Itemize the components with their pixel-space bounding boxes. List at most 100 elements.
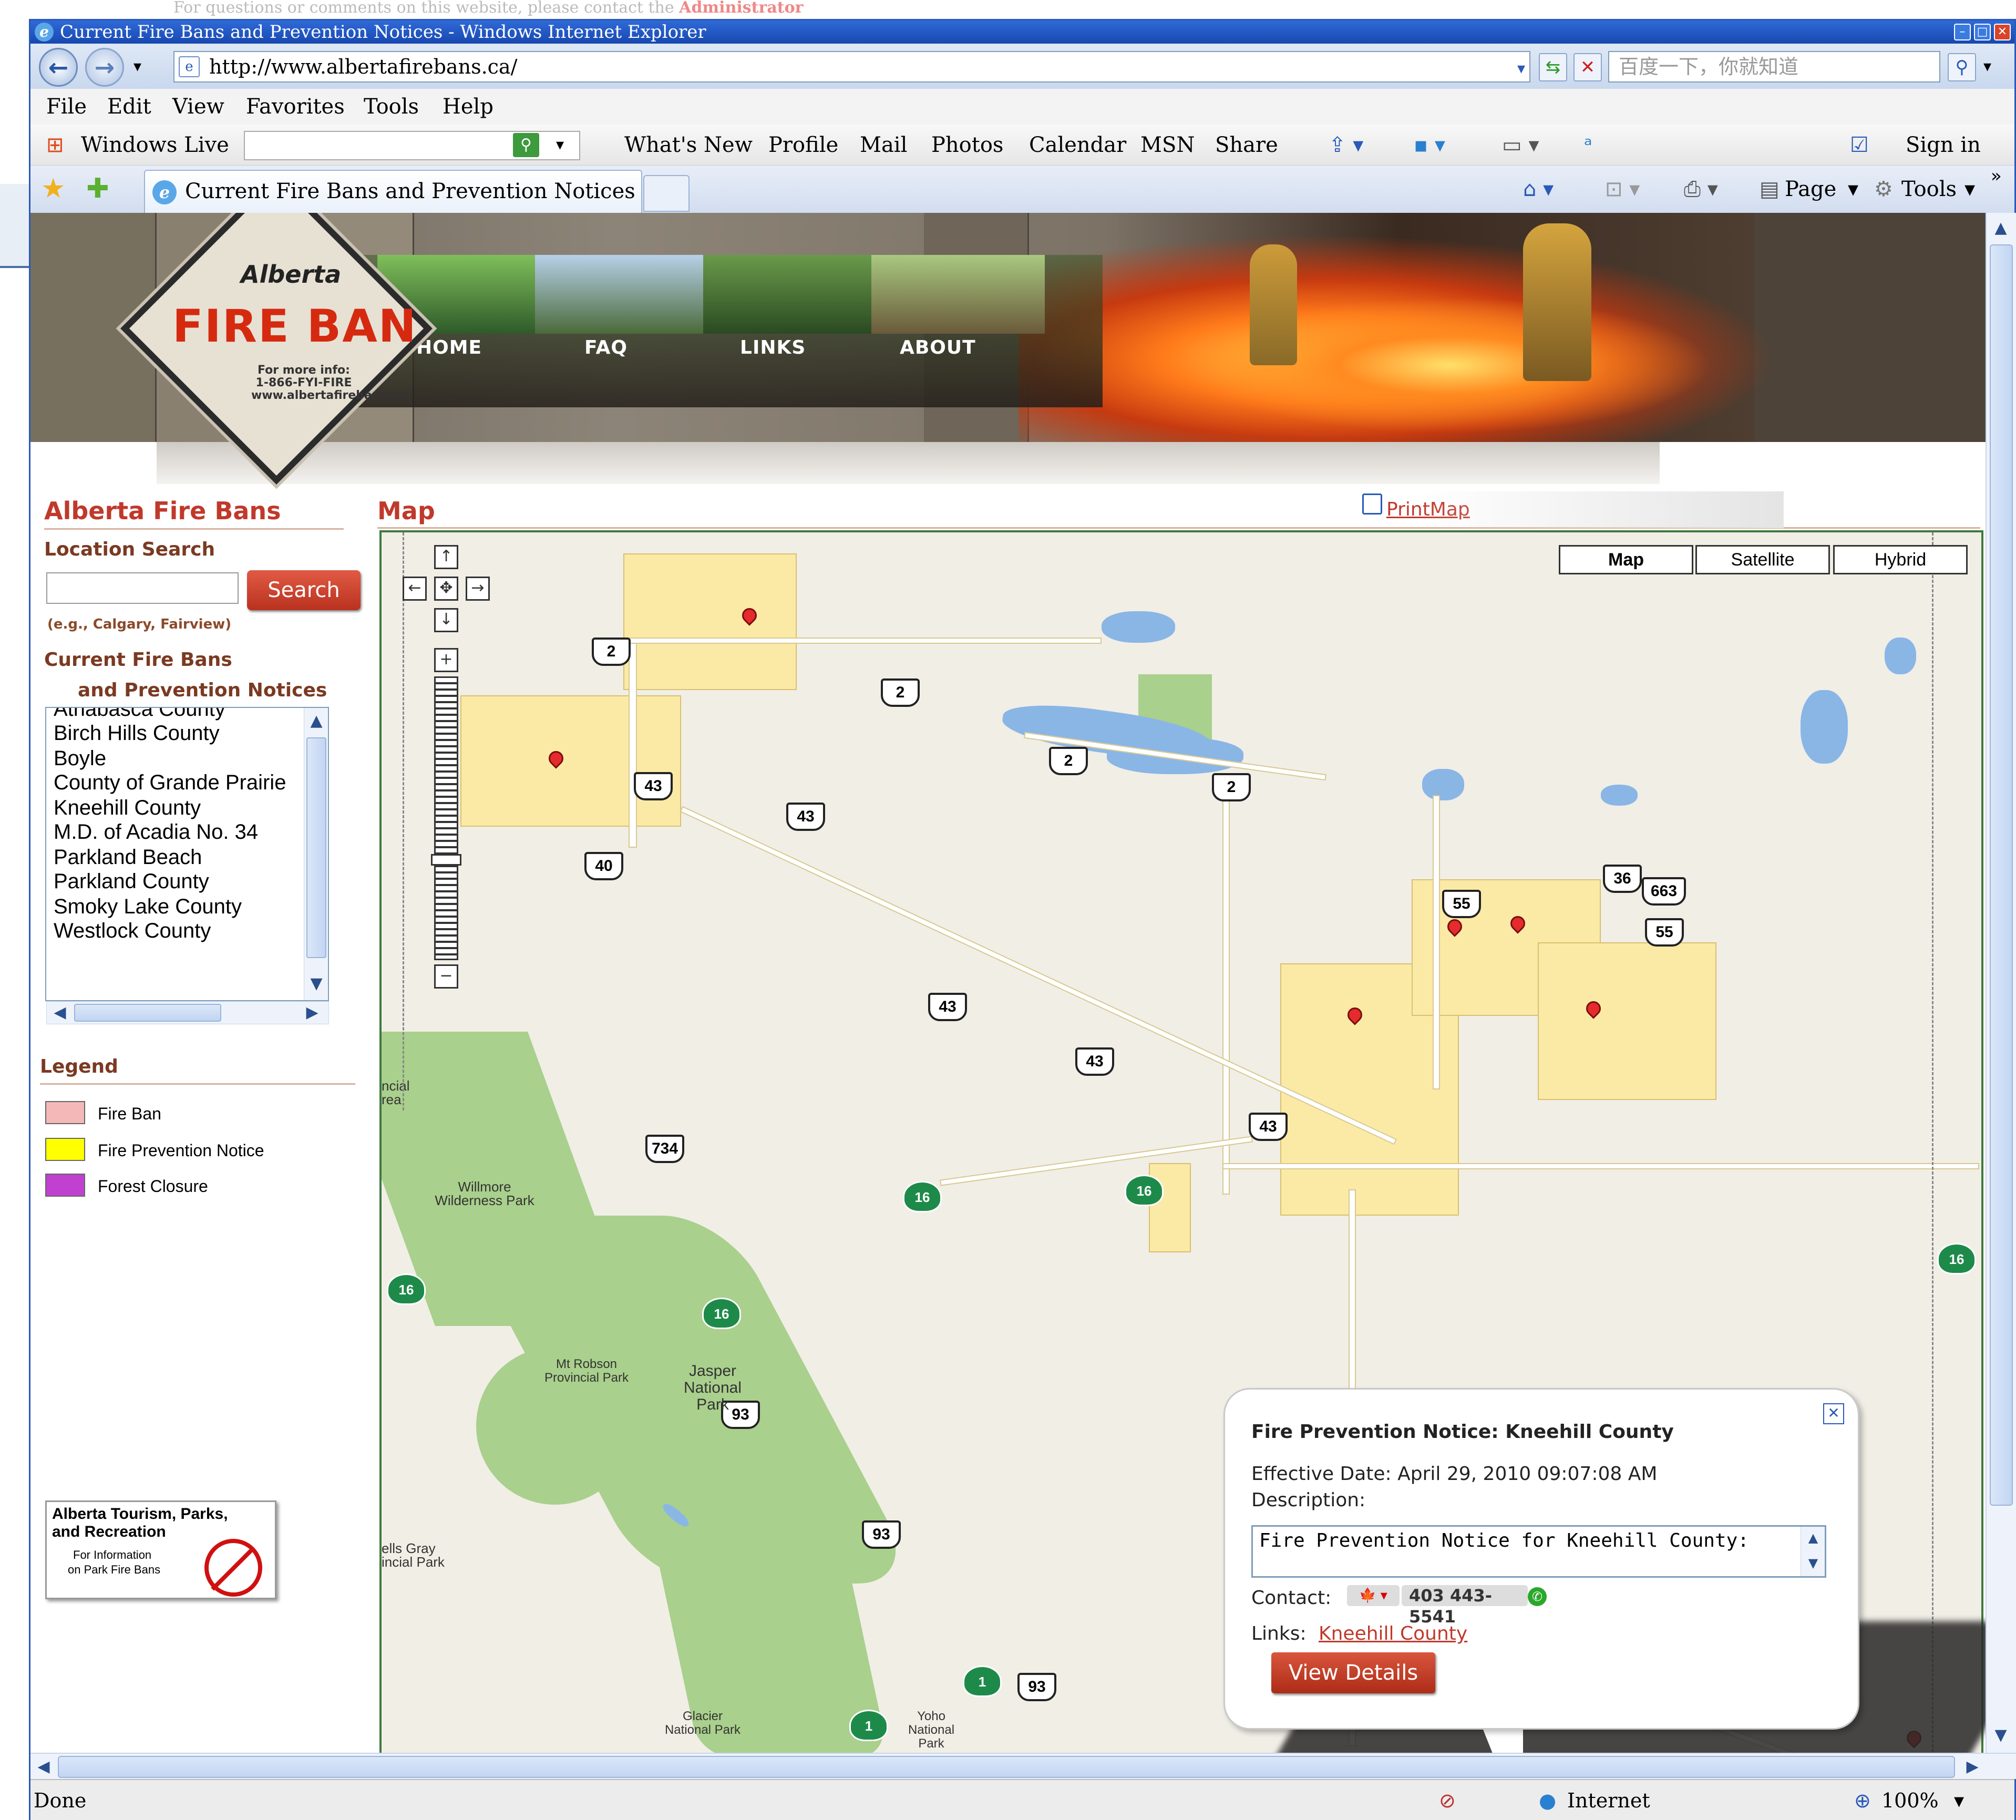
list-scroll-thumb[interactable] (306, 737, 326, 958)
back-button[interactable]: ← (39, 48, 78, 87)
call-icon[interactable]: ✆ (1528, 1587, 1547, 1606)
popup-county-link[interactable]: Kneehill County (1319, 1623, 1467, 1644)
nav-about[interactable]: ABOUT (900, 337, 976, 358)
url-dropdown-icon[interactable]: ▾ (1517, 54, 1525, 84)
page-hscroll-thumb[interactable] (58, 1756, 1955, 1778)
page-horizontal-scrollbar[interactable]: ◀ ▶ (30, 1753, 2016, 1779)
calendar-icon[interactable]: ▭ ▾ (1502, 125, 1539, 166)
pan-up-icon[interactable]: ↑ (434, 545, 458, 569)
url-input[interactable]: e http://www.albertafirebans.ca/ ▾ (173, 51, 1530, 83)
zoom-dropdown-icon[interactable]: ▾ (1954, 1780, 1964, 1820)
list-scroll-down-icon[interactable]: ▼ (303, 971, 328, 997)
link-whats-new[interactable]: What's New (624, 125, 753, 166)
list-horizontal-scrollbar[interactable]: ◀ ▶ (46, 1001, 329, 1024)
pan-left-icon[interactable]: ← (403, 577, 427, 601)
history-dropdown-icon[interactable]: ▾ (133, 57, 141, 76)
zoom-slider-handle[interactable] (431, 854, 461, 866)
home-icon[interactable]: ⌂ ▾ (1523, 166, 1554, 213)
description-scrollbar[interactable]: ▲ ▼ (1801, 1527, 1825, 1576)
sharing-icon[interactable]: ⇪ ▾ (1329, 125, 1363, 166)
zoom-slider-track[interactable] (434, 676, 458, 960)
page-dropdown-icon[interactable]: ▾ (1848, 166, 1858, 213)
region-fire-prevention[interactable] (1149, 1163, 1191, 1252)
link-profile[interactable]: Profile (768, 125, 838, 166)
web-search-input[interactable]: 百度一下，你就知道 (1608, 51, 1940, 83)
page-scroll-left-icon[interactable]: ◀ (30, 1754, 57, 1780)
zone-text[interactable]: Internet (1567, 1780, 1650, 1820)
menu-file[interactable]: File (46, 89, 87, 125)
list-item[interactable]: M.D. of Acadia No. 34 (54, 820, 258, 844)
refresh-button[interactable]: ⇆ (1539, 53, 1567, 81)
popup-description-box[interactable]: Fire Prevention Notice for Kneehill Coun… (1251, 1525, 1826, 1578)
menu-tools[interactable]: Tools (364, 89, 419, 125)
flag-dropdown-icon[interactable]: 🍁 ▾ (1347, 1585, 1400, 1606)
map-type-satellite[interactable]: Satellite (1695, 545, 1830, 574)
zoom-level[interactable]: 100% (1881, 1780, 1939, 1820)
menu-help[interactable]: Help (443, 89, 493, 125)
translate-icon[interactable]: ᵃ (1584, 125, 1592, 166)
fire-ban-list[interactable]: Athabasca County Birch Hills County Boyl… (45, 707, 329, 1001)
search-icon[interactable]: ⚲ (1948, 53, 1976, 81)
region-fire-prevention[interactable] (1538, 942, 1716, 1100)
pan-right-icon[interactable]: → (466, 577, 490, 601)
menu-edit[interactable]: Edit (107, 89, 151, 125)
zoom-out-icon[interactable]: − (434, 964, 458, 989)
windows-live-dropdown-icon[interactable]: ▾ (556, 125, 564, 166)
sign-in-link[interactable]: Sign in (1906, 125, 1981, 166)
page-scroll-up-icon[interactable]: ▲ (1988, 215, 2014, 241)
region-fire-prevention[interactable] (623, 553, 797, 690)
tab-current-fire-bans[interactable]: e Current Fire Bans and Prevention Notic… (144, 170, 642, 213)
close-button[interactable]: ✕ (1994, 24, 2011, 40)
search-options-icon[interactable]: ▾ (1983, 57, 1991, 76)
page-vscroll-thumb[interactable] (1990, 244, 2013, 1506)
nav-links[interactable]: LINKS (740, 337, 806, 358)
list-item[interactable]: Smoky Lake County (54, 895, 242, 919)
new-tab-button[interactable] (643, 175, 690, 212)
page-scroll-right-icon[interactable]: ▶ (1959, 1754, 1986, 1780)
list-item[interactable]: Parkland Beach (54, 846, 202, 869)
desc-scroll-down-icon[interactable]: ▼ (1800, 1550, 1825, 1574)
desc-scroll-up-icon[interactable]: ▲ (1800, 1527, 1825, 1549)
link-msn[interactable]: MSN (1140, 125, 1195, 166)
link-photos[interactable]: Photos (931, 125, 1003, 166)
page-vertical-scrollbar[interactable]: ▲ ▼ (1986, 213, 2016, 1753)
view-details-button[interactable]: View Details (1271, 1652, 1435, 1693)
nav-faq[interactable]: FAQ (584, 337, 628, 358)
tourism-parks-link[interactable]: Alberta Tourism, Parks, and Recreation F… (45, 1500, 276, 1599)
location-search-input[interactable] (46, 572, 239, 604)
chevron-more-icon[interactable]: » (1991, 166, 2002, 187)
list-item[interactable]: Boyle (54, 747, 106, 770)
tools-menu[interactable]: Tools (1901, 166, 1957, 213)
map-type-hybrid[interactable]: Hybrid (1833, 545, 1968, 574)
feeds-icon[interactable]: ⊡ ▾ (1605, 166, 1640, 213)
list-item[interactable]: Parkland County (54, 870, 209, 893)
menu-view[interactable]: View (172, 89, 224, 125)
nav-home[interactable]: HOME (416, 337, 482, 358)
add-favorites-icon[interactable]: ✚ (86, 173, 109, 204)
list-scroll-up-icon[interactable]: ▲ (303, 708, 328, 734)
messenger-icon[interactable]: ▪ ▾ (1414, 125, 1445, 166)
list-hscroll-thumb[interactable] (74, 1004, 221, 1022)
maximize-button[interactable]: □ (1974, 24, 1991, 40)
list-item[interactable]: Kneehill County (54, 796, 201, 820)
forward-button[interactable]: → (85, 48, 124, 87)
list-item[interactable]: County of Grande Prairie (54, 771, 286, 795)
windows-live-label[interactable]: Windows Live (81, 125, 229, 166)
pan-center-icon[interactable]: ✥ (434, 577, 458, 601)
search-button[interactable]: Search (247, 570, 361, 610)
list-vertical-scrollbar[interactable]: ▲ ▼ (304, 708, 328, 1000)
administrator-link[interactable]: Administrator (679, 0, 803, 17)
print-map-icon[interactable] (1362, 493, 1382, 515)
list-scroll-left-icon[interactable]: ◀ (47, 1000, 73, 1026)
zoom-in-icon[interactable]: + (434, 648, 458, 672)
list-item[interactable]: Westlock County (54, 919, 211, 943)
page-menu[interactable]: Page (1785, 166, 1836, 213)
minimize-button[interactable]: – (1954, 24, 1971, 40)
list-item[interactable]: Athabasca County (54, 708, 225, 721)
popup-close-icon[interactable]: ✕ (1823, 1403, 1844, 1424)
link-mail[interactable]: Mail (860, 125, 907, 166)
tools-dropdown-icon[interactable]: ▾ (1964, 166, 1975, 213)
stop-button[interactable]: ✕ (1573, 53, 1602, 81)
page-scroll-down-icon[interactable]: ▼ (1988, 1722, 2014, 1749)
map-type-map[interactable]: Map (1559, 545, 1693, 574)
